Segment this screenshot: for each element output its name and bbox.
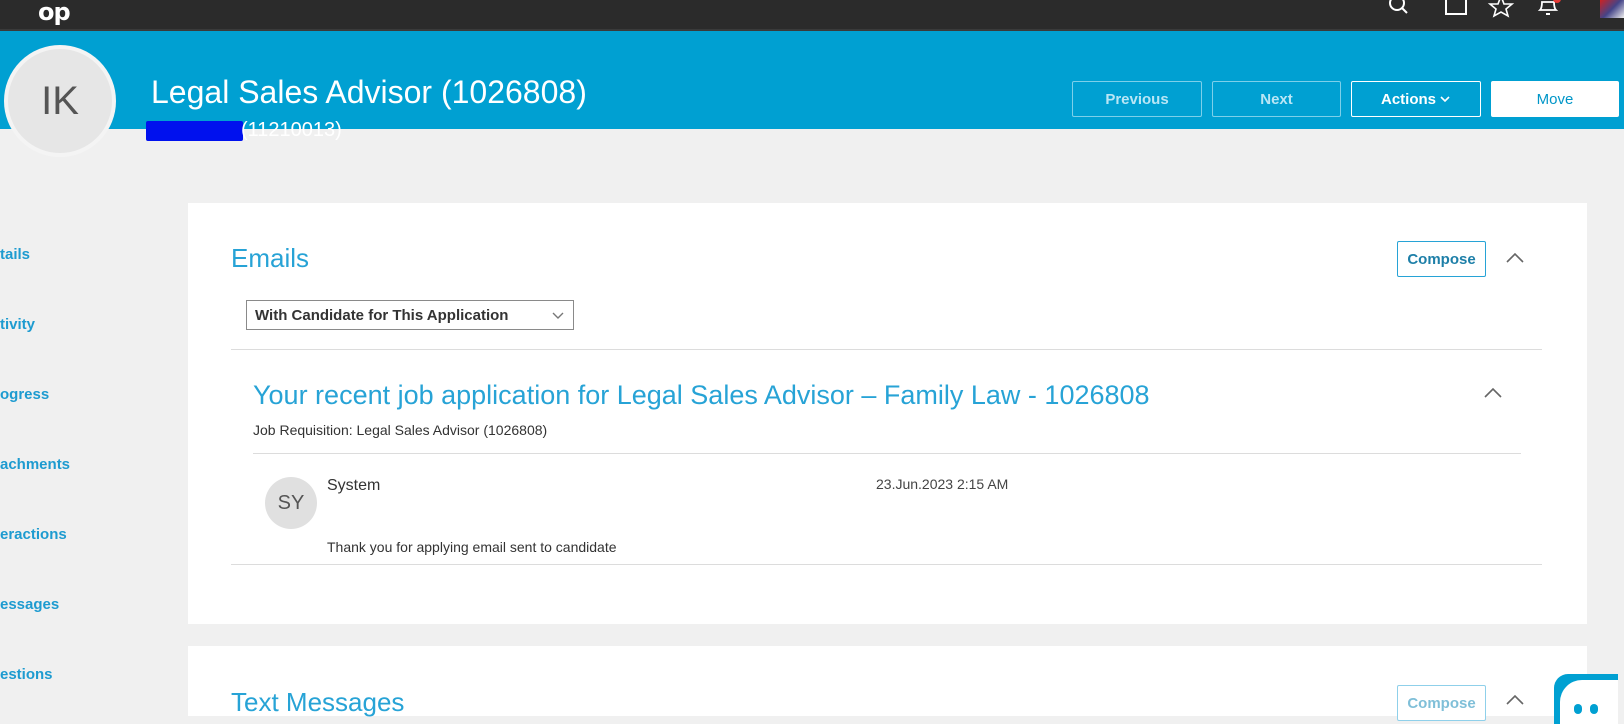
text-messages-section-title: Text Messages [231, 687, 405, 717]
divider [231, 349, 1542, 350]
emails-section-title: Emails [231, 243, 310, 273]
chat-icon [1560, 680, 1618, 724]
sidebar-item-activity[interactable]: tivity [0, 316, 35, 333]
avatar-icon[interactable] [1600, 0, 1624, 18]
sender-avatar: SY [265, 477, 317, 529]
sidebar-item-interactions[interactable]: eractions [0, 526, 67, 543]
next-button[interactable]: Next [1212, 81, 1341, 117]
actions-button[interactable]: Actions [1351, 81, 1481, 117]
top-bar: op [0, 0, 1624, 31]
move-button[interactable]: Move [1491, 81, 1619, 117]
email-filter-select[interactable]: With Candidate for This Application [246, 300, 574, 330]
window-icon[interactable] [1442, 0, 1470, 20]
email-body: Thank you for applying email sent to can… [327, 539, 617, 555]
previous-button[interactable]: Previous [1072, 81, 1202, 117]
email-filter-value: With Candidate for This Application [255, 307, 509, 324]
emails-card: Emails Compose With Candidate for This A… [188, 203, 1587, 624]
collapse-text-messages-icon[interactable] [1504, 693, 1526, 707]
email-sender: System [327, 477, 381, 494]
sidebar-item-messages[interactable]: essages [0, 596, 59, 613]
sidebar-item-details[interactable]: tails [0, 246, 30, 263]
candidate-id: (11210013) [241, 119, 342, 141]
candidate-avatar: IK [4, 45, 116, 157]
actions-label: Actions [1380, 90, 1436, 108]
collapse-message-icon[interactable] [1482, 386, 1504, 400]
sidebar-item-progress[interactable]: ogress [0, 386, 49, 403]
header-bar: Legal Sales Advisor (1026808) (11210013)… [0, 31, 1624, 141]
app-logo[interactable]: op [38, 0, 71, 26]
chat-bot-button[interactable] [1554, 674, 1618, 724]
star-icon[interactable] [1487, 0, 1515, 20]
email-requisition: Job Requisition: Legal Sales Advisor (10… [253, 422, 548, 438]
chevron-down-icon [552, 312, 564, 319]
text-messages-card: Text Messages Compose [188, 646, 1587, 721]
sidebar-item-attachments[interactable]: achments [0, 456, 70, 473]
bell-icon[interactable] [1534, 0, 1562, 20]
sidebar-item-questions[interactable]: estions [0, 666, 53, 683]
compose-email-button[interactable]: Compose [1397, 241, 1486, 277]
divider [231, 564, 1542, 565]
search-icon[interactable] [1384, 0, 1412, 20]
compose-text-button[interactable]: Compose [1397, 685, 1486, 721]
email-subject[interactable]: Your recent job application for Legal Sa… [253, 380, 1150, 411]
chevron-down-icon [1440, 96, 1450, 103]
redaction-mark [146, 121, 243, 141]
page-title: Legal Sales Advisor (1026808) [151, 74, 587, 110]
collapse-emails-icon[interactable] [1504, 251, 1526, 265]
email-date: 23.Jun.2023 2:15 AM [876, 476, 1009, 492]
divider [253, 453, 1521, 454]
